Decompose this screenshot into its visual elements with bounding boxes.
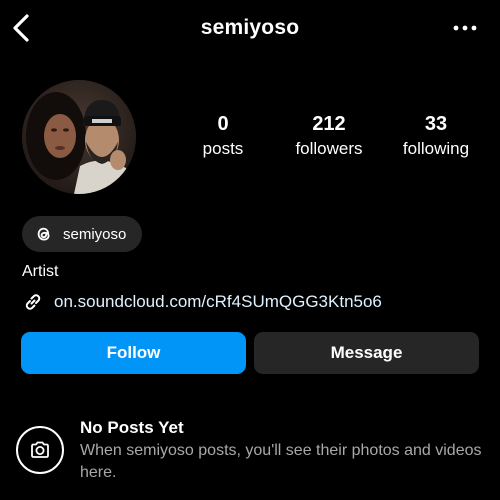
threads-icon [37,227,50,241]
bio-link[interactable]: on.soundcloud.com/cRf4SUmQGG3Ktn5o6 [22,289,382,315]
following-count[interactable]: 33 following [393,112,479,160]
more-horizontal-icon [453,25,477,31]
empty-posts-title: No Posts Yet [80,418,184,437]
followers-label: followers [295,139,363,158]
more-options-button[interactable] [452,18,478,38]
posts-label: posts [202,139,244,158]
avatar[interactable] [22,80,136,194]
posts-count: 0 posts [188,112,258,160]
following-label: following [402,139,470,158]
message-button[interactable]: Message [254,332,479,374]
empty-posts-camera [16,426,64,474]
top-bar: semiyoso [0,0,500,56]
posts-number: 0 [217,113,229,135]
bio-category: Artist [22,263,59,280]
followers-count[interactable]: 212 followers [286,112,372,160]
empty-posts-description: When semiyoso posts, you'll see their ph… [80,442,482,481]
follow-button[interactable]: Follow [21,332,246,374]
threads-username: semiyoso [63,225,127,243]
camera-icon [31,441,49,458]
profile-screen: semiyoso 0 posts 212 followers 33 follow… [0,0,500,500]
profile-photo [22,80,136,194]
bio-link-text: on.soundcloud.com/cRf4SUmQGG3Ktn5o6 [54,292,382,311]
threads-profile-badge[interactable]: semiyoso [22,216,142,252]
following-number: 33 [424,113,448,135]
profile-username-title: semiyoso [200,16,300,39]
followers-number: 212 [312,113,346,135]
link-icon [25,294,41,310]
